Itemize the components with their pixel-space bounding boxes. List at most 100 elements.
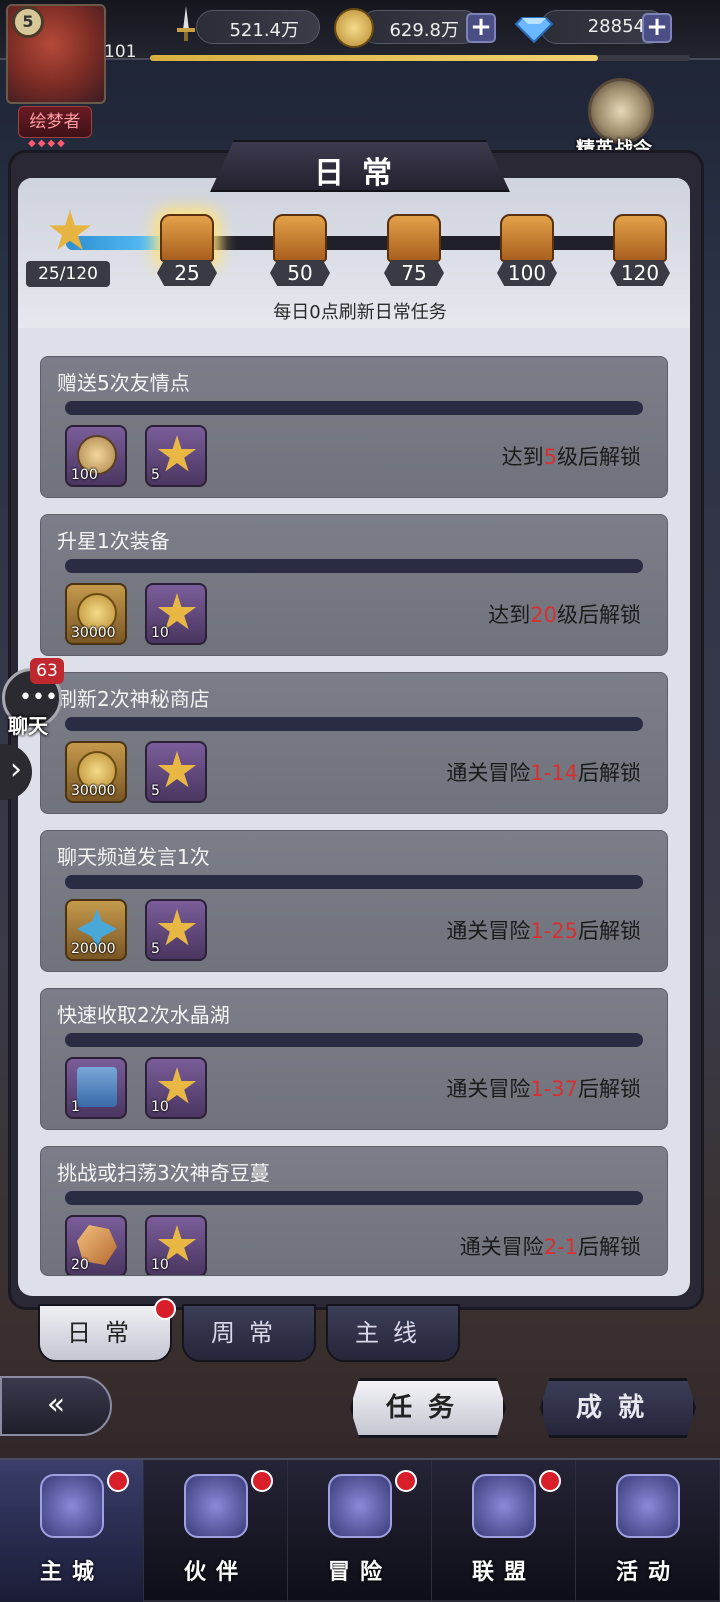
unlock-text: 后解锁 (578, 761, 641, 785)
player-exp-bar (150, 55, 690, 61)
task-progress-bar (65, 1033, 643, 1047)
reward-friendship-coin[interactable]: 100 (65, 425, 127, 487)
diamond-icon (514, 17, 554, 44)
unlock-highlight: 1-14 (530, 761, 578, 785)
unlock-text: 达到 (488, 603, 531, 627)
unlock-highlight: 2-1 (543, 1235, 578, 1259)
reward-exp[interactable]: 20000 (65, 899, 127, 961)
player-title-badge[interactable]: 绘梦者 (18, 106, 92, 138)
chest-icon (160, 214, 214, 262)
task-card: 快速收取2次水晶湖 1 10 通关冒险1-37后解锁 (40, 988, 668, 1130)
unlock-text: 达到 (501, 445, 544, 469)
tab-weekly[interactable]: 周常 (182, 1304, 316, 1362)
player-level-badge: 5 (12, 6, 44, 38)
task-card: 聊天频道发言1次 20000 5 通关冒险1-25后解锁 (40, 830, 668, 972)
nav-label: 联盟 (471, 1560, 536, 1585)
power-value: 521.4万 (229, 20, 299, 41)
reward-qty: 10 (151, 1257, 169, 1273)
reward-activity-star[interactable]: 5 (145, 741, 207, 803)
reward-scroll[interactable]: 1 (65, 1057, 127, 1119)
add-diamond-button[interactable]: + (642, 13, 672, 43)
title-gem-dots: ◆◆◆◆ (28, 138, 67, 149)
shield-icon (472, 1474, 536, 1538)
red-dot-indicator (395, 1470, 417, 1492)
sword-power-icon (177, 6, 195, 41)
chat-bubble-icon: ••• (19, 685, 58, 710)
unlock-text: 通关冒险 (446, 761, 531, 785)
reward-qty: 1 (71, 1099, 80, 1115)
daily-refresh-note: 每日0点刷新日常任务 (273, 302, 447, 323)
chat-unread-badge: 63 (30, 658, 64, 684)
nav-label: 冒险 (327, 1560, 392, 1585)
task-button[interactable]: 任务 (350, 1378, 506, 1438)
achievement-button[interactable]: 成就 (540, 1378, 696, 1438)
tab-daily[interactable]: 日常 (38, 1298, 176, 1362)
milestone-label-1: 25 (157, 260, 217, 286)
reward-activity-star[interactable]: 5 (145, 899, 207, 961)
gold-coin-icon (334, 8, 374, 48)
tab-main[interactable]: 主线 (326, 1304, 460, 1362)
unlock-text: 后解锁 (578, 1235, 641, 1259)
unlock-text: 通关冒险 (446, 919, 531, 943)
gold-value: 629.8万 (389, 20, 459, 41)
gold-display: 629.8万 (360, 10, 480, 44)
unlock-text: 级后解锁 (557, 445, 641, 469)
nav-label: 伙伴 (183, 1560, 248, 1585)
panel-title-tab: 日常 (210, 140, 510, 192)
chest-icon (500, 214, 554, 262)
nav-main-city[interactable]: 主城 (0, 1460, 144, 1602)
reward-ore[interactable]: 20 (65, 1215, 127, 1275)
nav-events[interactable]: 活动 (576, 1460, 720, 1602)
red-dot-indicator (154, 1298, 176, 1320)
unlock-condition: 通关冒险1-37后解锁 (446, 1073, 641, 1103)
task-name: 挑战或扫荡3次神奇豆蔓 (57, 1161, 270, 1185)
player-exp-fill (150, 55, 599, 61)
reward-qty: 30000 (71, 625, 116, 641)
back-arrow-icon: « (46, 1387, 66, 1422)
castle-icon (40, 1474, 104, 1538)
red-dot-indicator (539, 1470, 561, 1492)
star-icon (48, 210, 92, 251)
unlock-condition: 通关冒险1-25后解锁 (446, 915, 641, 945)
nav-adventure[interactable]: 冒险 (288, 1460, 432, 1602)
reward-qty: 10 (151, 1099, 169, 1115)
task-progress-bar (65, 401, 643, 415)
task-name: 聊天频道发言1次 (57, 845, 210, 869)
star-icon (157, 751, 197, 788)
reward-qty: 30000 (71, 783, 116, 799)
unlock-text: 通关冒险 (446, 1077, 531, 1101)
unlock-condition: 通关冒险1-14后解锁 (446, 757, 641, 787)
reward-qty: 100 (71, 467, 98, 483)
chat-label[interactable]: 聊天 (8, 710, 48, 739)
task-card: 挑战或扫荡3次神奇豆蔓 20 10 通关冒险2-1后解锁 (40, 1146, 668, 1276)
compass-icon (328, 1474, 392, 1538)
chest-icon (273, 214, 327, 262)
reward-qty: 20000 (71, 941, 116, 957)
reward-gold[interactable]: 30000 (65, 583, 127, 645)
activity-progress-track (66, 236, 646, 250)
reward-qty: 5 (151, 941, 160, 957)
nav-partners[interactable]: 伙伴 (144, 1460, 288, 1602)
task-card: 升星1次装备 30000 10 达到20级后解锁 (40, 514, 668, 656)
task-name: 快速收取2次水晶湖 (57, 1003, 230, 1027)
reward-activity-star[interactable]: 10 (145, 1215, 207, 1275)
add-gold-button[interactable]: + (466, 13, 496, 43)
reward-activity-star[interactable]: 10 (145, 1057, 207, 1119)
reward-activity-star[interactable]: 10 (145, 583, 207, 645)
task-progress-bar (65, 717, 643, 731)
chest-icon (387, 214, 441, 262)
cards-icon (616, 1474, 680, 1538)
reward-qty: 20 (71, 1257, 89, 1273)
task-name: 升星1次装备 (57, 529, 170, 553)
task-progress-bar (65, 559, 643, 573)
nav-alliance[interactable]: 联盟 (432, 1460, 576, 1602)
power-display: 521.4万 (196, 10, 320, 44)
unlock-condition: 通关冒险2-1后解锁 (460, 1231, 641, 1261)
activity-points-count: 25/120 (26, 261, 110, 287)
reward-activity-star[interactable]: 5 (145, 425, 207, 487)
chest-icon (613, 214, 667, 262)
back-button[interactable]: « (0, 1376, 112, 1436)
reward-gold[interactable]: 30000 (65, 741, 127, 803)
unlock-text: 后解锁 (578, 1077, 641, 1101)
scroll-icon (77, 1067, 117, 1107)
